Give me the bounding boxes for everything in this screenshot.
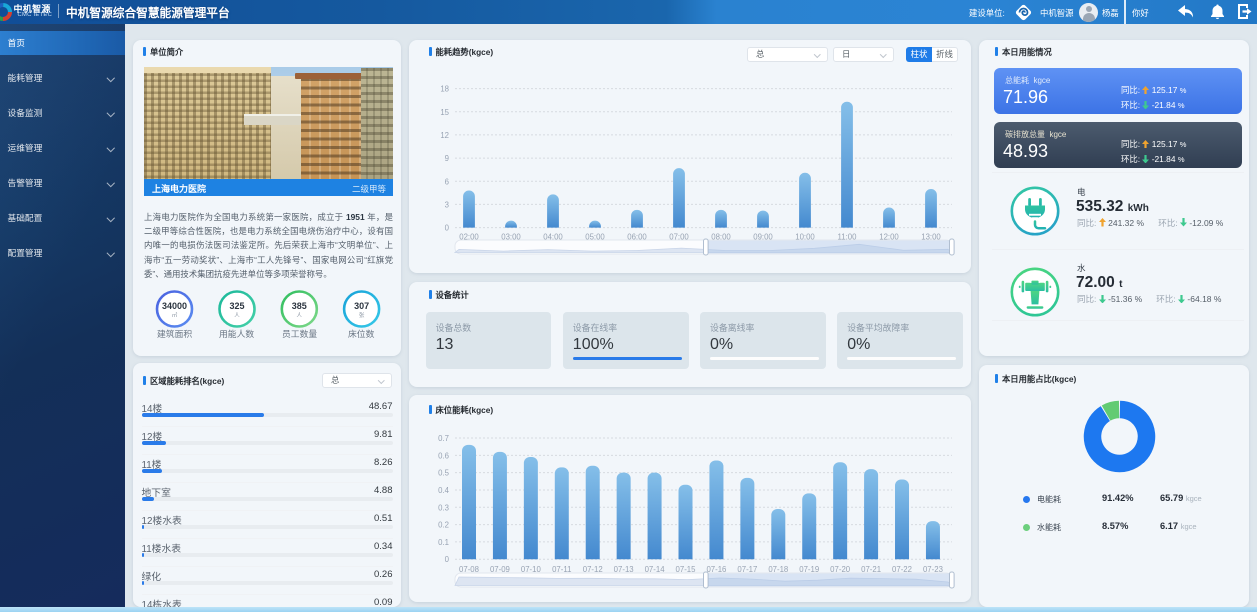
svg-text:0.3: 0.3 bbox=[438, 503, 449, 512]
svg-text:325: 325 bbox=[229, 301, 244, 311]
svg-text:15: 15 bbox=[440, 108, 449, 117]
svg-text:34000: 34000 bbox=[162, 301, 187, 311]
svg-text:0.7: 0.7 bbox=[438, 434, 449, 443]
svg-text:9: 9 bbox=[445, 154, 449, 163]
svg-text:0.5: 0.5 bbox=[438, 469, 450, 478]
svg-text:0.1: 0.1 bbox=[438, 538, 449, 547]
svg-text:0: 0 bbox=[445, 224, 450, 233]
svg-text:㎡: ㎡ bbox=[172, 311, 178, 319]
svg-text:人: 人 bbox=[297, 312, 303, 319]
svg-text:385: 385 bbox=[292, 301, 307, 311]
svg-text:6: 6 bbox=[445, 177, 449, 186]
svg-text:0: 0 bbox=[445, 555, 450, 564]
svg-text:人: 人 bbox=[234, 312, 240, 319]
svg-text:0.4: 0.4 bbox=[438, 486, 450, 495]
svg-text:0.6: 0.6 bbox=[438, 451, 449, 460]
svg-text:18: 18 bbox=[440, 85, 449, 94]
svg-text:307: 307 bbox=[354, 301, 369, 311]
svg-text:0.2: 0.2 bbox=[438, 521, 449, 530]
svg-text:12: 12 bbox=[440, 131, 449, 140]
svg-text:张: 张 bbox=[359, 311, 365, 319]
svg-text:3: 3 bbox=[445, 200, 449, 209]
